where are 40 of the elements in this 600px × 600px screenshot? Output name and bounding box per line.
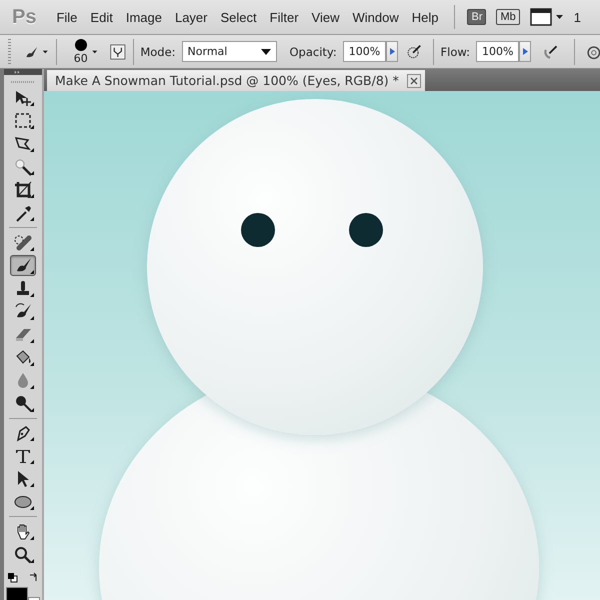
arrow-icon (522, 48, 528, 55)
menu-item[interactable]: Edit (84, 10, 119, 24)
menu-item[interactable]: File (50, 10, 84, 24)
brush-tip-icon[interactable] (74, 38, 88, 52)
eye-drawing (241, 213, 275, 247)
menu-text: 1 (574, 10, 581, 24)
mode-label: Mode: (140, 44, 176, 58)
brush-tool-button[interactable] (10, 254, 36, 276)
mini-bridge-button[interactable]: Mb (496, 9, 520, 25)
default-colors-icon[interactable] (7, 572, 18, 584)
close-icon[interactable] (406, 74, 421, 88)
app-logo: Ps (12, 6, 36, 28)
swap-arrows-icon[interactable] (28, 572, 39, 584)
arrow-icon (390, 48, 395, 55)
caret-icon (261, 48, 272, 54)
menu-item[interactable]: Help (406, 10, 444, 24)
dashed-rectangle-icon (13, 110, 33, 131)
menu-item[interactable]: Filter (264, 10, 305, 24)
menu-item[interactable]: Layer (168, 10, 214, 24)
flow-label: Flow: (440, 44, 470, 58)
crop-icon (13, 180, 33, 200)
collapse-panel-icon[interactable] (4, 69, 42, 76)
opacity-label: Opacity: (289, 44, 337, 58)
menu-item[interactable]: Window (346, 10, 405, 24)
brush-size: 60 (74, 52, 88, 65)
zoom-icon (13, 544, 33, 565)
screen-mode-button[interactable] (530, 7, 564, 27)
magnifier-icon (13, 393, 33, 414)
eye-drawing (349, 213, 383, 247)
flow-field[interactable]: 100% (476, 41, 520, 62)
menu-item[interactable]: Image (120, 10, 168, 24)
bridge-button[interactable]: Br (467, 9, 486, 25)
flow-slider-button[interactable] (519, 41, 532, 62)
mode-dropdown[interactable]: Normal (182, 41, 278, 62)
menu-item[interactable]: View (306, 10, 346, 24)
opacity-field[interactable]: 100% (342, 41, 386, 62)
document-tab[interactable]: Make A Snowman Tutorial.psd @ 100% (Eyes, RGB/8) * (47, 70, 425, 91)
magic-wand-icon (13, 156, 33, 177)
menu-item[interactable]: Select (214, 10, 263, 24)
opacity-slider-button[interactable] (386, 41, 398, 62)
